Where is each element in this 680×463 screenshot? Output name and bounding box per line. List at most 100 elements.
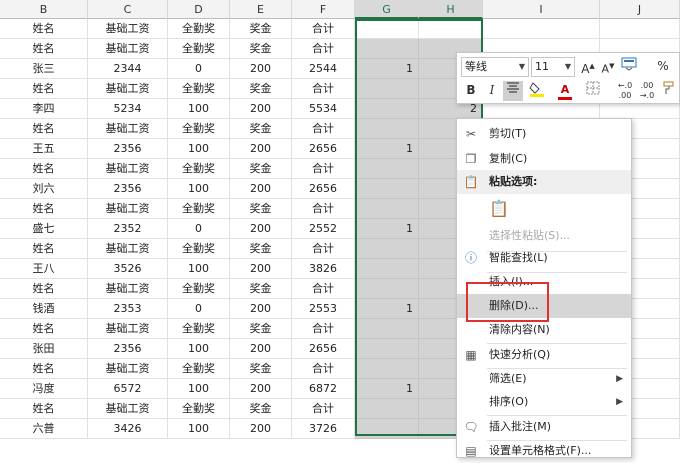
cell-f[interactable]: 2553 [292,299,355,319]
cell-g[interactable]: 1 [355,299,419,319]
cell-f[interactable]: 2656 [292,139,355,159]
decrease-font-icon[interactable]: A▼ [598,57,618,77]
cell-f[interactable]: 合计 [292,359,355,379]
cell-e[interactable]: 奖金 [230,79,292,99]
cell-c[interactable]: 基础工资 [88,119,168,139]
cell-f[interactable]: 3726 [292,419,355,439]
cell-f[interactable]: 合计 [292,279,355,299]
cell-f[interactable]: 3826 [292,259,355,279]
cell-g[interactable] [355,119,419,139]
cell-e[interactable]: 200 [230,379,292,399]
cell-b[interactable]: 张三 [0,59,88,79]
cell-d[interactable]: 0 [168,299,230,319]
cell-d[interactable]: 全勤奖 [168,159,230,179]
cell-d[interactable]: 100 [168,259,230,279]
cell-c[interactable]: 6572 [88,379,168,399]
cell-d[interactable]: 100 [168,139,230,159]
cell-b[interactable]: 姓名 [0,199,88,219]
cell-d[interactable]: 全勤奖 [168,119,230,139]
cell-d[interactable]: 100 [168,179,230,199]
cell-e[interactable]: 200 [230,139,292,159]
cell-c[interactable]: 基础工资 [88,159,168,179]
cell-g[interactable]: 1 [355,379,419,399]
column-header-i[interactable]: I [483,0,600,19]
cell-c[interactable]: 2352 [88,219,168,239]
increase-decimal-icon[interactable]: ←.0.00 [615,81,635,101]
cell-c[interactable]: 2356 [88,339,168,359]
cell-e[interactable]: 奖金 [230,279,292,299]
cell-b[interactable]: 姓名 [0,39,88,59]
cell-d[interactable]: 全勤奖 [168,39,230,59]
cell-e[interactable]: 200 [230,339,292,359]
cell-h[interactable] [419,19,483,39]
cell-j[interactable] [600,19,680,39]
cell-i[interactable] [483,19,600,39]
borders-icon[interactable] [583,81,603,101]
cell-d[interactable]: 全勤奖 [168,279,230,299]
cell-g[interactable] [355,179,419,199]
column-header-g[interactable]: G [355,0,419,19]
cell-f[interactable]: 5534 [292,99,355,119]
cell-g[interactable] [355,159,419,179]
menu-item-insert-comment[interactable]: 🗨 插入批注(M) [457,415,631,439]
cell-e[interactable]: 200 [230,59,292,79]
cell-b[interactable]: 刘六 [0,179,88,199]
cell-g[interactable] [355,399,419,419]
cell-f[interactable]: 2656 [292,339,355,359]
cell-d[interactable]: 100 [168,419,230,439]
cell-e[interactable]: 奖金 [230,319,292,339]
cell-d[interactable]: 100 [168,379,230,399]
cell-b[interactable]: 钱酒 [0,299,88,319]
cell-b[interactable]: 王五 [0,139,88,159]
menu-item-quick-analysis[interactable]: ▦ 快速分析(Q) [457,343,631,367]
menu-item-insert[interactable]: 插入(I)... [457,270,631,294]
cell-c[interactable]: 基础工资 [88,399,168,419]
menu-item-cut[interactable]: ✂ 剪切(T) [457,122,631,146]
bold-button[interactable]: B [461,81,481,101]
cell-g[interactable] [355,259,419,279]
cell-e[interactable]: 奖金 [230,119,292,139]
column-header-f[interactable]: F [292,0,355,19]
cell-g[interactable]: 1 [355,59,419,79]
cell-f[interactable]: 合计 [292,159,355,179]
menu-item-clear-contents[interactable]: 清除内容(N) [457,318,631,342]
cell-f[interactable]: 2544 [292,59,355,79]
cell-c[interactable]: 5234 [88,99,168,119]
cell-e[interactable]: 200 [230,419,292,439]
cell-f[interactable]: 合计 [292,19,355,39]
cell-f[interactable]: 合计 [292,399,355,419]
cell-c[interactable]: 基础工资 [88,79,168,99]
cell-c[interactable]: 2356 [88,179,168,199]
cell-b[interactable]: 李四 [0,99,88,119]
decrease-decimal-icon[interactable]: .00 →.0 [637,81,657,101]
cell-c[interactable]: 基础工资 [88,359,168,379]
cell-b[interactable]: 姓名 [0,19,88,39]
menu-item-filter[interactable]: 筛选(E) ▶ [457,367,631,391]
percent-button[interactable]: % [653,57,673,77]
cell-d[interactable]: 全勤奖 [168,399,230,419]
cell-f[interactable]: 合计 [292,79,355,99]
fill-color-icon[interactable] [527,81,547,101]
cell-b[interactable]: 盛七 [0,219,88,239]
cell-c[interactable]: 2344 [88,59,168,79]
cell-e[interactable]: 奖金 [230,239,292,259]
cell-g[interactable] [355,319,419,339]
cell-style-icon[interactable] [619,57,639,77]
cell-f[interactable]: 合计 [292,319,355,339]
cell-f[interactable]: 6872 [292,379,355,399]
cell-b[interactable]: 张田 [0,339,88,359]
cell-b[interactable]: 姓名 [0,239,88,259]
cell-e[interactable]: 200 [230,179,292,199]
font-name-dropdown[interactable]: 等线 ▼ [461,57,529,77]
cell-b[interactable]: 姓名 [0,119,88,139]
cell-g[interactable] [355,419,419,439]
cell-d[interactable]: 0 [168,59,230,79]
menu-item-delete[interactable]: 删除(D)... [457,294,631,318]
font-color-icon[interactable]: A [555,81,575,101]
menu-item-paste-special[interactable]: 选择性粘贴(S)... [457,224,631,248]
column-header-j[interactable]: J [600,0,680,19]
cell-c[interactable]: 基础工资 [88,239,168,259]
cell-c[interactable]: 基础工资 [88,39,168,59]
cell-b[interactable]: 冯度 [0,379,88,399]
cell-b[interactable]: 姓名 [0,79,88,99]
